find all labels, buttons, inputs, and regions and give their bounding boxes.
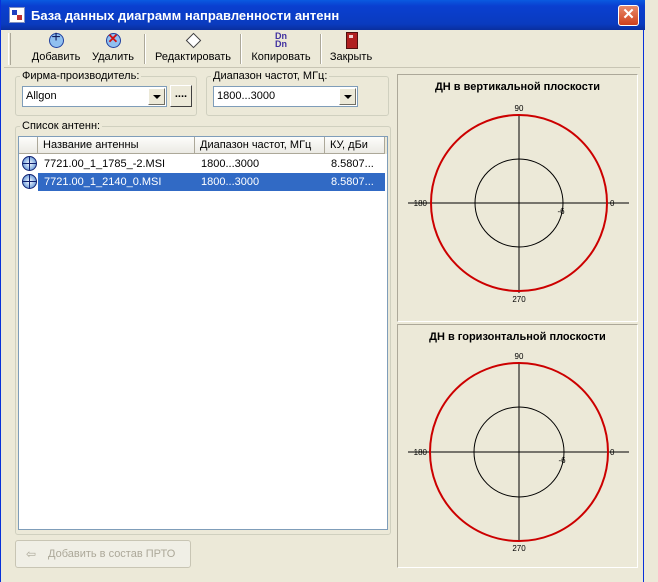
label-left: 180 (414, 448, 428, 457)
add-to-prto-button[interactable]: ⇦ Добавить в состав ПРТО (15, 540, 191, 568)
app-icon (9, 7, 25, 23)
table-row[interactable]: 7721.00_1_1785_-2.MSI 1800...3000 8.5807… (19, 155, 385, 173)
row-range: 1800...3000 (201, 158, 260, 170)
label-bottom: 270 (512, 544, 526, 553)
horizontal-pattern-plot: 90 270 180 0 -6 (408, 352, 629, 553)
add-button-label: Добавить (31, 51, 81, 63)
freq-range-legend: Диапазон частот, МГц: (211, 70, 330, 82)
column-header-icon[interactable] (19, 137, 38, 154)
label-inner: -6 (557, 207, 565, 216)
toolbar-separator (320, 34, 322, 64)
add-button[interactable]: Добавить (28, 29, 84, 66)
label-right: 0 (610, 199, 615, 208)
antenna-icon (22, 156, 37, 171)
label-inner: -6 (558, 456, 566, 465)
delete-button-label: Удалить (92, 51, 134, 63)
manufacturer-select[interactable]: Allgon (22, 86, 167, 107)
freq-range-select[interactable]: 1800...3000 (213, 86, 358, 107)
window-close-button[interactable]: ✕ (618, 5, 639, 26)
manufacturer-value: Allgon (26, 90, 57, 102)
window-title: База данных диаграмм направленности анте… (31, 8, 340, 23)
edit-button[interactable]: Редактировать (150, 32, 236, 66)
title-bar[interactable]: База данных диаграмм направленности анте… (1, 0, 645, 30)
label-right: 0 (610, 448, 615, 457)
antenna-icon (22, 174, 37, 189)
edit-button-label: Редактировать (155, 51, 231, 63)
row-name: 7721.00_1_1785_-2.MSI (44, 158, 166, 170)
copy-button-label: Копировать (251, 51, 311, 63)
edit-icon (184, 32, 202, 48)
toolbar-separator (144, 34, 146, 64)
label-top: 90 (515, 104, 524, 113)
toolbar-separator (240, 34, 242, 64)
copy-icon: Dn Dn (272, 32, 290, 49)
add-to-prto-label: Добавить в состав ПРТО (48, 548, 176, 560)
delete-button[interactable]: Удалить (86, 31, 140, 66)
close-icon (342, 32, 360, 49)
label-left: 180 (414, 199, 428, 208)
horizontal-pattern-panel: ДН в горизонтальной плоскости 90 270 180… (397, 324, 638, 568)
antenna-list[interactable]: Название антенны Диапазон частот, МГц КУ… (18, 136, 388, 530)
delete-icon (104, 31, 122, 48)
toolbar-grip[interactable] (8, 33, 11, 65)
freq-range-value: 1800...3000 (217, 90, 276, 102)
close-button[interactable]: Закрыть (326, 32, 376, 66)
chevron-down-icon[interactable] (339, 88, 356, 105)
copy-button[interactable]: Dn Dn Копировать (246, 32, 316, 66)
column-header-range[interactable]: Диапазон частот, МГц (195, 137, 325, 154)
table-row[interactable]: 7721.00_1_2140_0.MSI 1800...3000 8.5807.… (19, 173, 385, 191)
column-header-gain[interactable]: КУ, дБи (325, 137, 385, 154)
arrow-left-icon: ⇦ (26, 547, 37, 561)
add-icon (47, 29, 65, 48)
manufacturer-browse-button[interactable]: .... (170, 85, 192, 107)
antenna-list-legend: Список антенн: (20, 120, 103, 132)
label-bottom: 270 (512, 295, 526, 304)
main-window: База данных диаграмм направленности анте… (0, 0, 645, 582)
row-range: 1800...3000 (201, 176, 260, 188)
column-header-name[interactable]: Название антенны (38, 137, 195, 154)
antenna-list-header: Название антенны Диапазон частот, МГц КУ… (19, 137, 387, 154)
vertical-pattern-panel: ДН в вертикальной плоскости 90 270 180 0… (397, 74, 638, 322)
copy-icon-text-bottom: Dn (275, 39, 287, 49)
close-button-label: Закрыть (329, 51, 373, 63)
manufacturer-legend: Фирма-производитель: (20, 70, 142, 82)
toolbar: Добавить Удалить Редактировать Dn Dn Коп… (4, 29, 640, 68)
vertical-pattern-plot: 90 270 180 0 -6 (408, 104, 629, 304)
chevron-down-icon[interactable] (148, 88, 165, 105)
row-gain: 8.5807... (331, 176, 374, 188)
label-top: 90 (515, 352, 524, 361)
row-name: 7721.00_1_2140_0.MSI (44, 176, 162, 188)
row-gain: 8.5807... (331, 158, 374, 170)
